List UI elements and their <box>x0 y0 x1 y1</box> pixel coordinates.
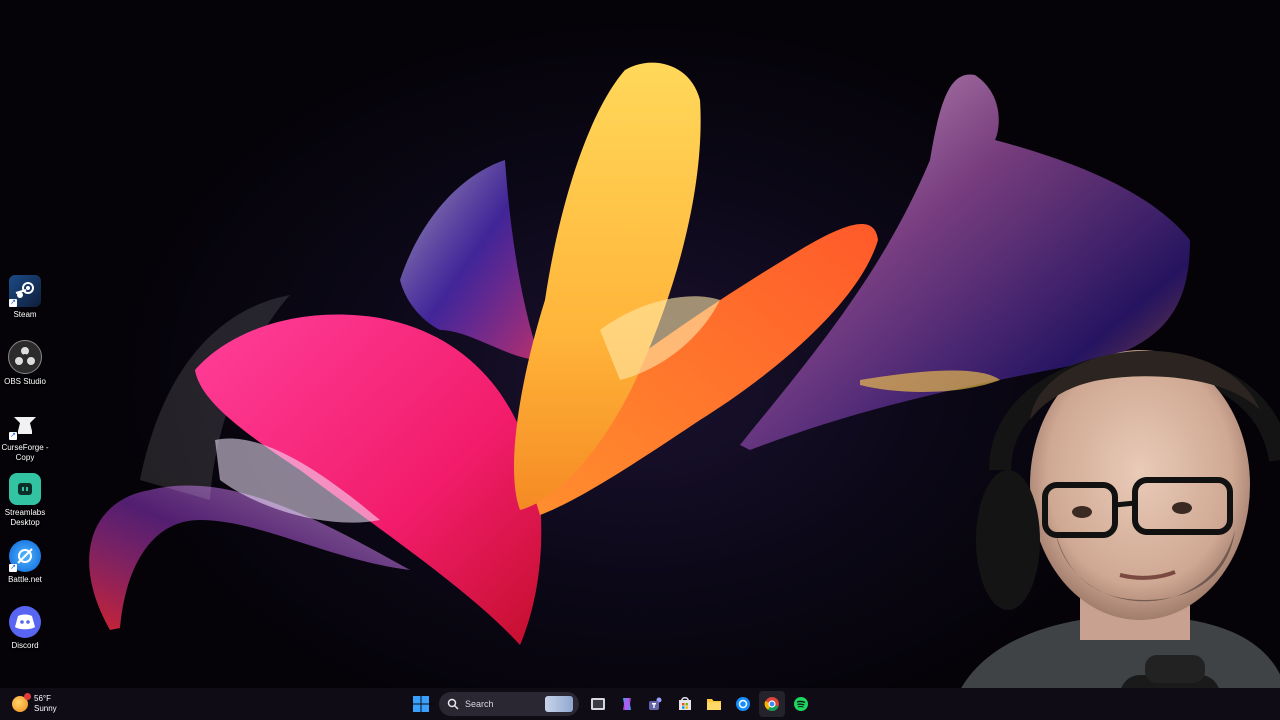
taskbar-pinned-apps: Search <box>406 691 815 717</box>
desktop-icon-curseforge-copy[interactable]: ↗ CurseForge - Copy <box>0 408 50 463</box>
chrome-icon <box>764 697 779 712</box>
copilot-button[interactable] <box>614 691 640 717</box>
sun-icon <box>12 693 31 712</box>
discord-icon <box>9 606 41 638</box>
desktop-icon-label: Battle.net <box>8 575 42 584</box>
obs-icon <box>8 340 42 374</box>
weather-widget[interactable]: 56°F Sunny <box>12 693 57 715</box>
battlenet-taskbar-button[interactable] <box>730 691 756 717</box>
taskbar-search-box[interactable]: Search <box>439 692 579 716</box>
desktop-icon-discord[interactable]: Discord <box>0 606 50 651</box>
desktop-icon-battlenet[interactable]: ↗ Battle.net <box>0 540 50 585</box>
file-explorer-icon <box>706 699 721 710</box>
teams-button[interactable] <box>643 691 669 717</box>
curseforge-icon: ↗ <box>9 408 41 440</box>
microsoft-store-button[interactable] <box>672 691 698 717</box>
taskbar: 56°F Sunny Search <box>0 688 1280 720</box>
copilot-icon <box>622 698 631 710</box>
desktop-icon-steam[interactable]: ↗ Steam <box>0 275 50 320</box>
weather-temperature: 56°F <box>34 694 51 703</box>
steam-icon: ↗ <box>9 275 41 307</box>
search-label: Search <box>465 699 494 709</box>
shortcut-arrow-icon: ↗ <box>9 299 17 307</box>
webcam-overlay <box>960 300 1280 720</box>
spotify-icon <box>793 697 808 711</box>
weather-condition: Sunny <box>34 704 57 713</box>
shortcut-arrow-icon: ↗ <box>9 432 17 440</box>
start-button[interactable] <box>408 691 434 717</box>
streamlabs-icon <box>9 473 41 505</box>
desktop-icon-label: Streamlabs Desktop <box>4 508 46 527</box>
search-highlight-art <box>545 696 573 712</box>
task-view-button[interactable] <box>585 691 611 717</box>
shortcut-arrow-icon: ↗ <box>9 564 17 572</box>
battlenet-icon <box>735 697 750 711</box>
chrome-button[interactable] <box>758 691 785 717</box>
alert-dot <box>24 693 31 700</box>
windows-start-icon <box>412 696 429 712</box>
desktop-icon-obs-studio[interactable]: OBS Studio <box>0 340 50 387</box>
battlenet-icon: ↗ <box>9 540 41 572</box>
desktop-icon-streamlabs-desktop[interactable]: Streamlabs Desktop <box>0 473 50 528</box>
store-icon <box>678 697 691 710</box>
task-view-icon <box>590 698 605 710</box>
teams-icon <box>648 697 661 710</box>
desktop-icon-label: OBS Studio <box>4 377 46 386</box>
search-icon <box>447 698 459 710</box>
desktop-icon-label: CurseForge - Copy <box>1 443 49 462</box>
desktop-icon-label: Discord <box>11 641 39 650</box>
spotify-button[interactable] <box>788 691 814 717</box>
file-explorer-button[interactable] <box>701 691 727 717</box>
desktop-icon-label: Steam <box>13 310 37 319</box>
